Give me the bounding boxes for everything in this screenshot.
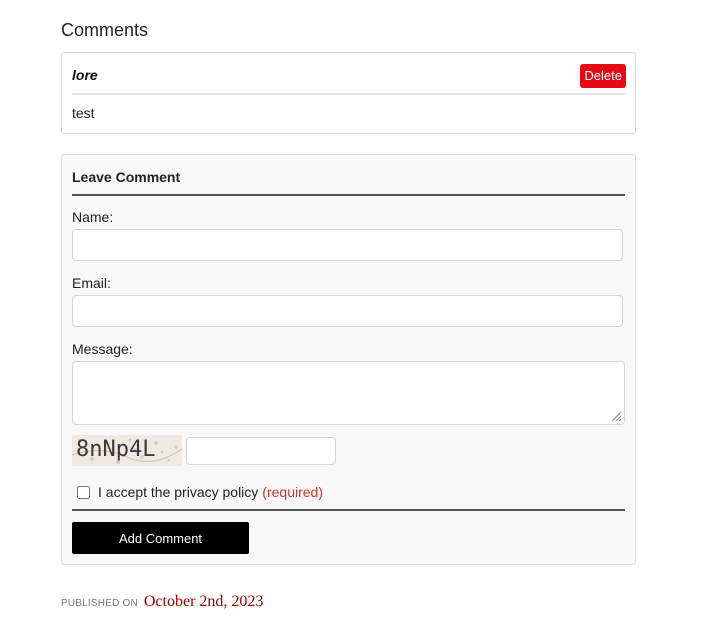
form-title: Leave Comment <box>72 169 181 185</box>
comment-author: lore <box>72 67 98 83</box>
published-meta: PUBLISHED ON October 2nd, 2023 <box>61 593 263 611</box>
captcha-text: 8nNp4L <box>76 437 156 462</box>
privacy-checkbox[interactable] <box>77 485 90 499</box>
name-label: Name: <box>72 209 114 225</box>
leave-comment-form: Leave Comment Name: Email: Message: 8nNp… <box>61 154 636 565</box>
comment-card: lore Delete test <box>61 52 636 134</box>
published-label: PUBLISHED ON <box>61 598 138 609</box>
name-field[interactable] <box>72 229 623 261</box>
published-date: October 2nd, 2023 <box>143 593 264 610</box>
message-label: Message: <box>72 341 133 357</box>
resize-grip-icon[interactable] <box>610 410 622 422</box>
captcha-image: 8nNp4L <box>72 435 182 466</box>
privacy-policy-row: I accept the privacy policy (required) <box>77 484 323 500</box>
add-comment-button[interactable]: Add Comment <box>72 522 249 554</box>
message-field[interactable] <box>72 361 625 425</box>
delete-comment-button[interactable]: Delete <box>580 64 626 88</box>
privacy-label-text: I accept the privacy policy <box>98 484 259 500</box>
comments-heading: Comments <box>61 20 149 40</box>
email-field[interactable] <box>72 295 623 327</box>
comment-text: test <box>72 105 95 121</box>
form-divider-bottom <box>72 509 625 511</box>
privacy-label: I accept the privacy policy (required) <box>98 484 323 500</box>
captcha-input[interactable] <box>186 437 336 465</box>
required-label: (required) <box>262 484 323 500</box>
comment-divider <box>72 93 625 95</box>
form-divider-top <box>72 194 625 196</box>
email-label: Email: <box>72 275 111 291</box>
